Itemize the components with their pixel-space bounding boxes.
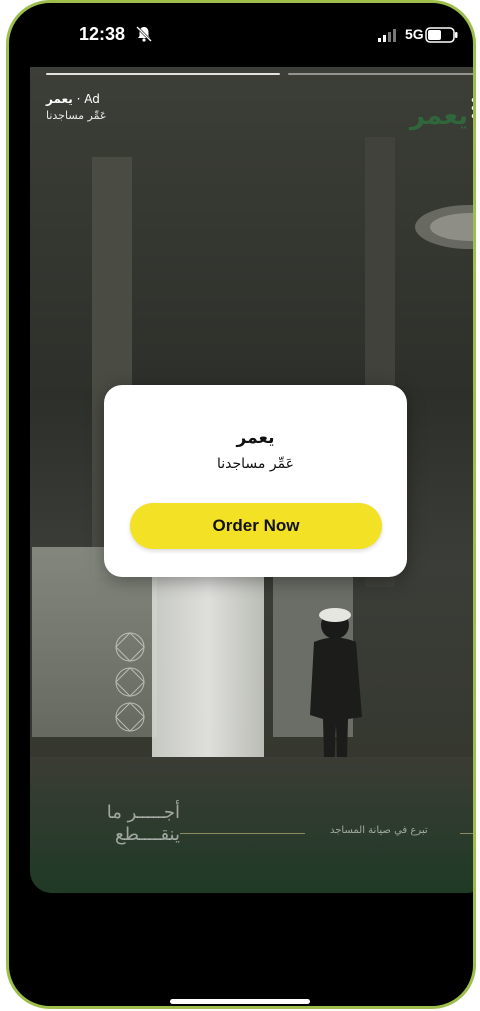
geometric-pattern-image (115, 632, 145, 732)
silent-bell-icon (136, 26, 152, 42)
story-progress-bar (288, 73, 473, 75)
bottom-caption: تبرع في صيانة المساجد (330, 825, 428, 836)
card-subtitle: عَمِّر مساجدنا (216, 456, 295, 472)
cta-card: يعمر عَمِّر مساجدنا Order Now (104, 385, 407, 577)
divider-line (460, 833, 473, 834)
status-bar: 12:38 5G (9, 3, 473, 67)
order-now-button[interactable]: Order Now (130, 503, 382, 549)
battery-icon (425, 27, 458, 43)
chandelier-image (415, 205, 473, 249)
status-time: 12:38 (79, 24, 126, 44)
signal-icon (378, 29, 396, 42)
brand-logo: يعمر (410, 101, 469, 131)
divider-line (180, 833, 305, 834)
advertiser-name[interactable]: يعمر (46, 92, 73, 106)
home-indicator[interactable] (170, 999, 310, 1004)
bottom-slogan: أجـــــر ما ينقــــطع (106, 802, 180, 845)
network-label: 5G (405, 26, 424, 42)
separator: · (76, 92, 81, 106)
advertiser-subtitle: عَمِّر مساجدنا (46, 109, 107, 122)
more-options-icon[interactable] (471, 97, 476, 119)
card-title: يعمر (236, 428, 275, 448)
story-progress-bar (46, 73, 280, 75)
ad-label: Ad (84, 92, 100, 106)
advertiser-line[interactable]: يعمر · Ad (46, 92, 100, 106)
